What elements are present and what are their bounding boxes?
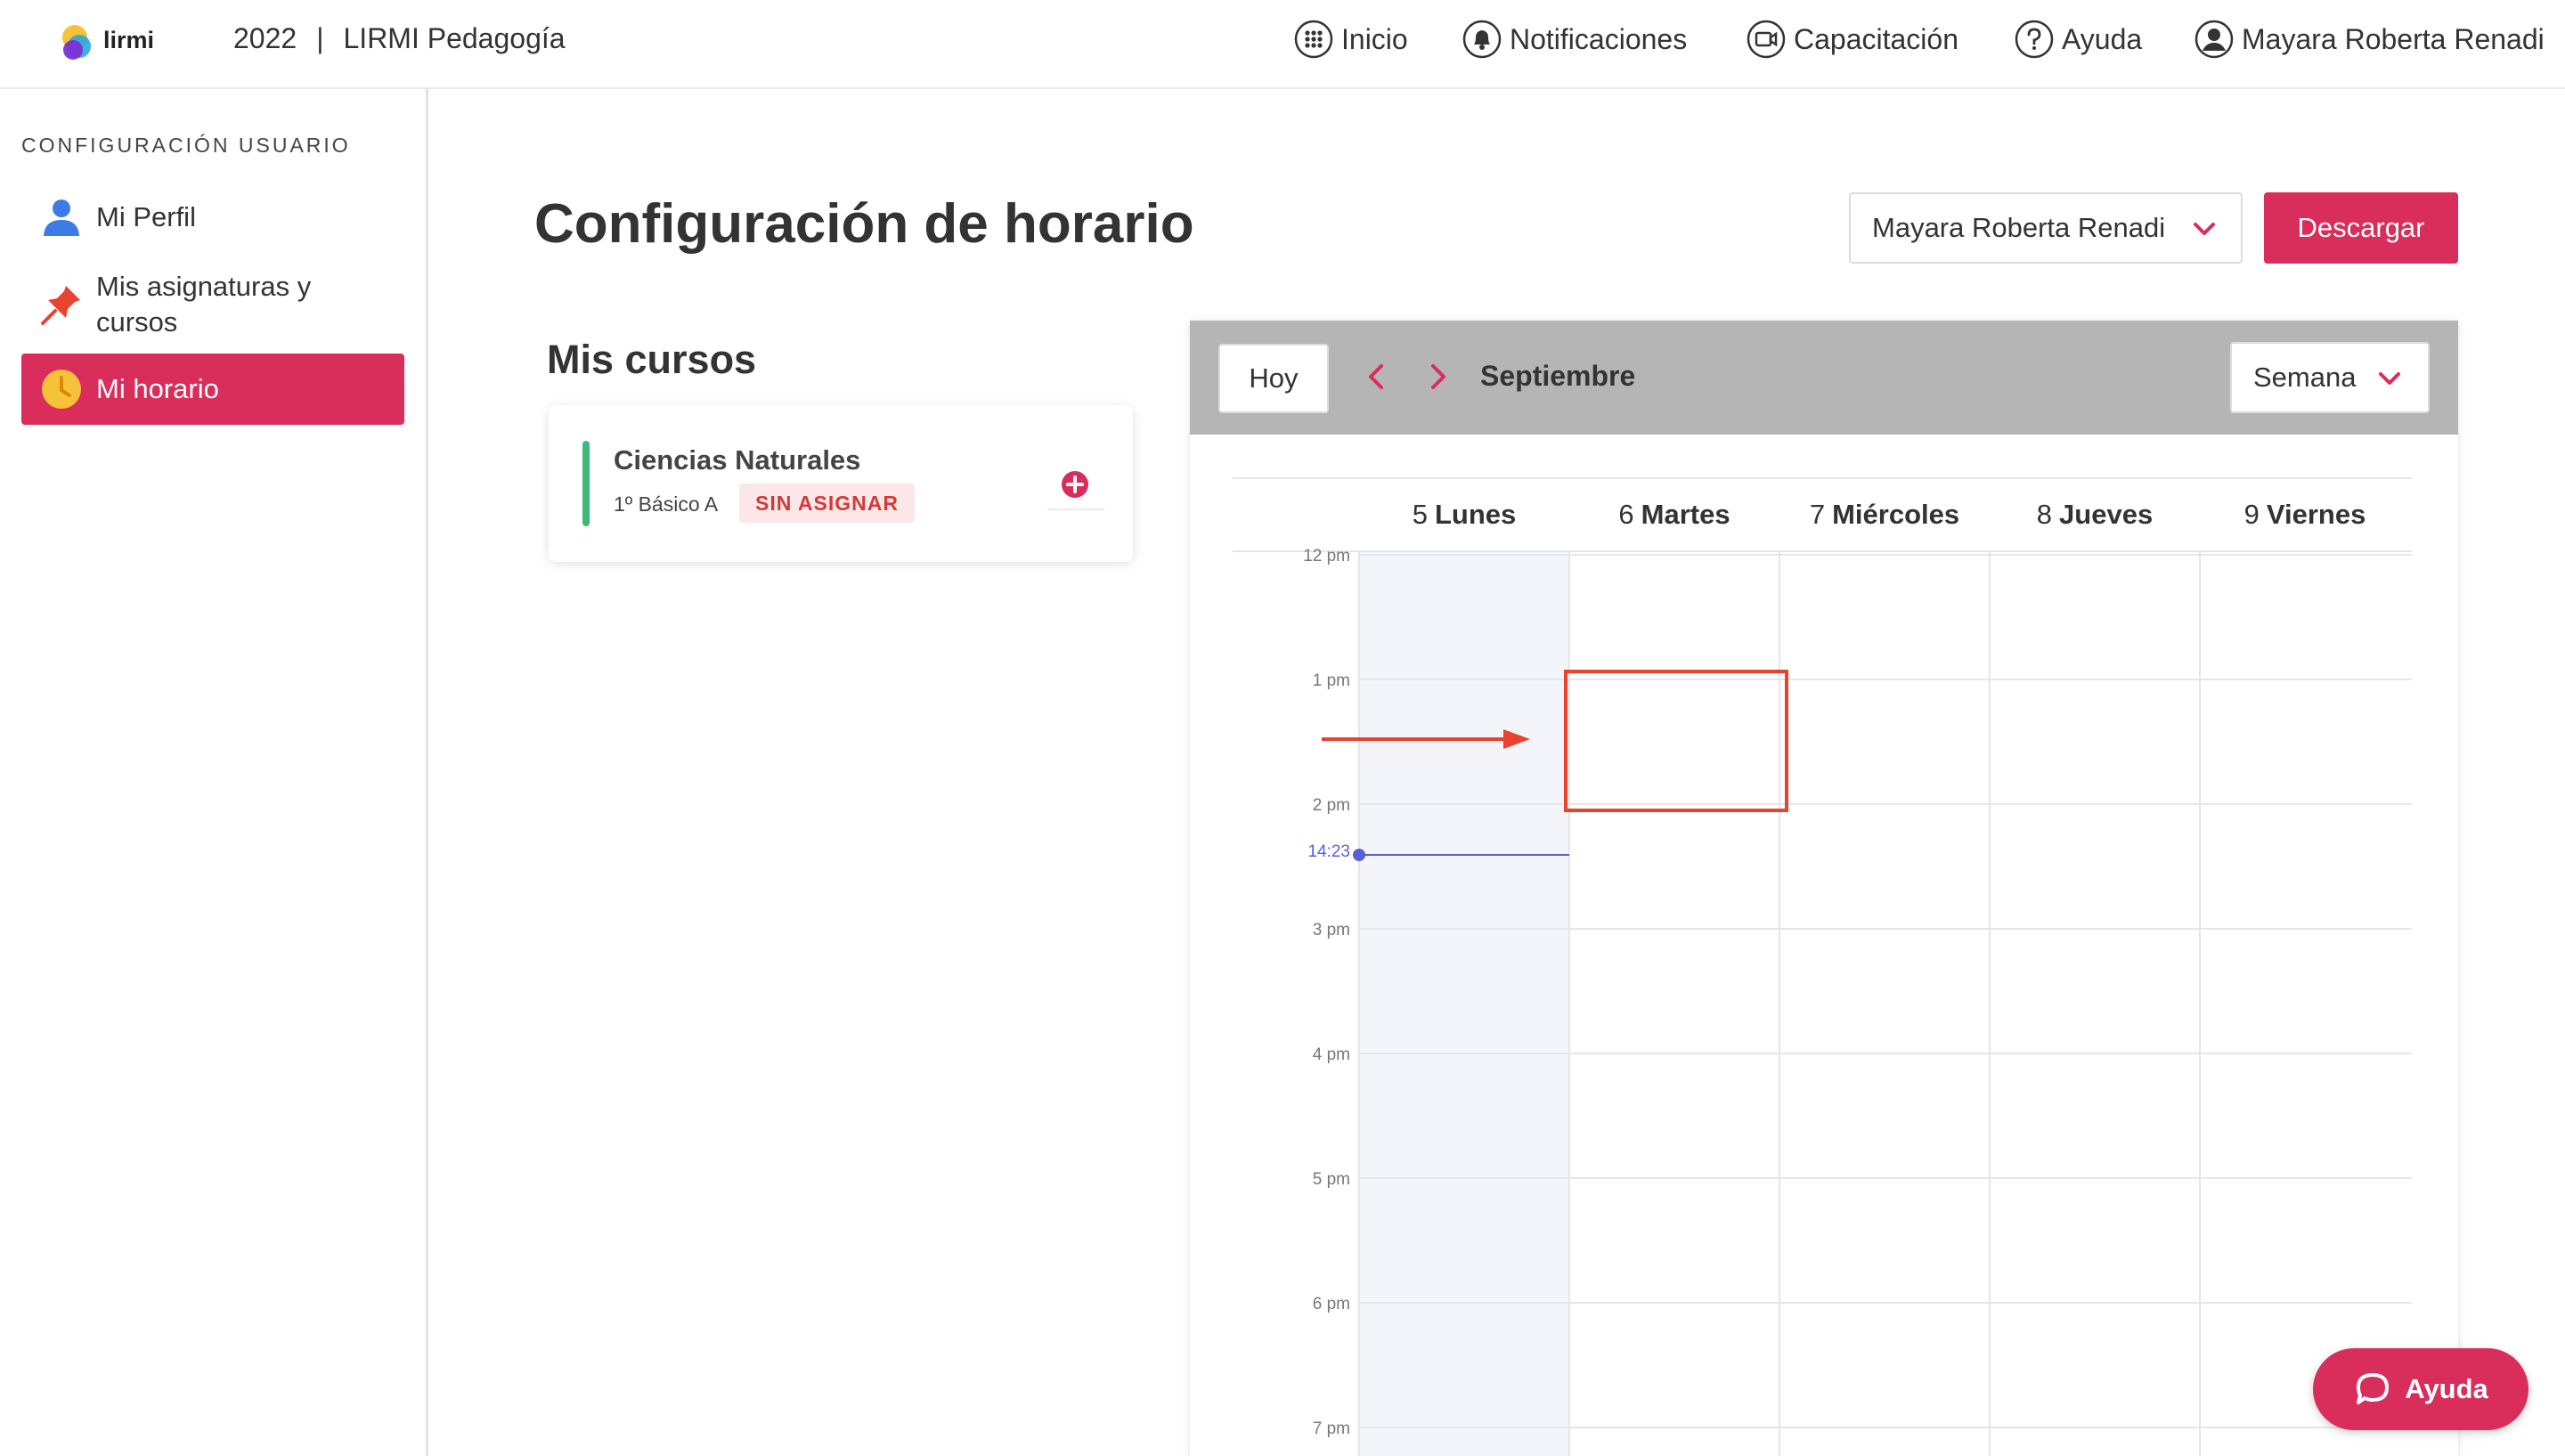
- annotation-highlight-box[interactable]: [1564, 670, 1788, 812]
- hour-line: [1359, 803, 2412, 805]
- calendar: Hoy Septiembre Semana 5 Lunes 6 Martes 7 Mi…: [1190, 321, 2458, 1456]
- sidebar-item-mis-asignaturas[interactable]: Mis asignaturas y cursos: [21, 267, 404, 342]
- chevron-right-icon[interactable]: [1423, 362, 1452, 392]
- day-column-divider: [2199, 552, 2201, 1456]
- help-chat-label: Ayuda: [2405, 1373, 2488, 1404]
- sidebar-item-label: Mi horario: [96, 373, 219, 404]
- user-select[interactable]: Mayara Roberta Renadi: [1849, 192, 2243, 264]
- chat-bubble-icon: [2357, 1373, 2390, 1404]
- day-header-lunes[interactable]: 5 Lunes: [1359, 499, 1569, 531]
- user-select-value: Mayara Roberta Renadi: [1872, 212, 2166, 243]
- hour-line: [1359, 1302, 2412, 1304]
- lirmi-logo[interactable]: lirmi: [55, 18, 162, 68]
- nav-capacitacion-label: Capacitación: [1794, 22, 1958, 55]
- annotation-arrow-icon: [1322, 729, 1530, 749]
- brand-title: 2022 | LIRMI Pedagogía: [233, 22, 566, 55]
- user-icon: [44, 199, 79, 236]
- sidebar-item-label: Mi Perfil: [96, 201, 196, 232]
- hour-label: 3 pm: [1312, 921, 1350, 939]
- current-time-line: [1359, 854, 1569, 856]
- day-header-martes[interactable]: 6 Martes: [1569, 499, 1779, 531]
- download-button[interactable]: Descargar: [2264, 192, 2458, 264]
- today-button[interactable]: Hoy: [1218, 344, 1329, 413]
- nav-notificaciones-label: Notificaciones: [1510, 22, 1688, 55]
- hour-line: [1359, 928, 2412, 930]
- course-name: Ciencias Naturales: [614, 444, 861, 476]
- bell-icon: [1462, 20, 1502, 59]
- sidebar-item-label: Mis asignaturas y cursos: [96, 271, 312, 338]
- clock-icon: [42, 370, 81, 409]
- chevron-left-icon[interactable]: [1363, 362, 1391, 392]
- hour-label: 4 pm: [1312, 1045, 1350, 1064]
- add-circle-icon[interactable]: [1058, 468, 1092, 501]
- hour-line: [1359, 1427, 2412, 1428]
- calendar-header-top-border: [1233, 477, 2412, 479]
- hour-line: [1359, 679, 2412, 680]
- brand-separator: |: [316, 22, 324, 54]
- hour-label: 1 pm: [1312, 671, 1350, 690]
- nav-inicio[interactable]: Inicio: [1293, 19, 1408, 60]
- chevron-down-icon: [2379, 372, 2400, 385]
- nav-inicio-label: Inicio: [1341, 22, 1408, 55]
- nav-ayuda-label: Ayuda: [2062, 22, 2143, 55]
- user-circle-icon: [2194, 20, 2234, 59]
- month-label: Septiembre: [1480, 360, 1636, 392]
- hour-line: [1359, 1053, 2412, 1054]
- view-select[interactable]: Semana: [2230, 342, 2430, 413]
- today-column[interactable]: [1359, 552, 1569, 1456]
- day-column-divider: [1989, 552, 1991, 1456]
- hour-label: 7 pm: [1312, 1419, 1350, 1438]
- top-bar: lirmi 2022 | LIRMI Pedagogía Inicio Notifi…: [0, 0, 2565, 89]
- course-color-bar: [582, 441, 590, 526]
- question-icon: [2015, 20, 2054, 59]
- nav-user-menu[interactable]: Mayara Roberta Renadi: [2194, 19, 2545, 60]
- sidebar-item-mi-horario[interactable]: Mi horario: [21, 354, 404, 425]
- nav-notificaciones[interactable]: Notificaciones: [1462, 19, 1687, 60]
- course-card[interactable]: Ciencias Naturales 1º Básico A SIN ASIGN…: [549, 405, 1133, 562]
- logo-text: lirmi: [103, 27, 154, 53]
- nav-user-label: Mayara Roberta Renadi: [2242, 22, 2545, 55]
- pin-icon: [41, 286, 80, 325]
- product-name: LIRMI Pedagogía: [343, 22, 566, 54]
- hour-label: 12 pm: [1303, 547, 1350, 565]
- nav-ayuda[interactable]: Ayuda: [2014, 19, 2142, 60]
- hour-label: 6 pm: [1312, 1295, 1350, 1314]
- calendar-toolbar: Hoy Septiembre Semana: [1190, 321, 2458, 435]
- course-grade: 1º Básico A: [614, 492, 719, 516]
- page-title: Configuración de horario: [534, 193, 1194, 255]
- hour-line: [1359, 554, 2412, 556]
- chevron-down-icon: [2194, 223, 2215, 235]
- sidebar-item-mi-perfil[interactable]: Mi Perfil: [21, 189, 404, 246]
- sidebar-heading: CONFIGURACIÓN USUARIO: [21, 134, 351, 157]
- nav-capacitacion[interactable]: Capacitación: [1746, 19, 1958, 60]
- day-header-jueves[interactable]: 8 Jueves: [1990, 499, 2200, 531]
- hour-label: 2 pm: [1312, 796, 1350, 815]
- day-header-miercoles[interactable]: 7 Miércoles: [1779, 499, 1990, 531]
- current-time-label: 14:23: [1307, 842, 1350, 861]
- hour-line: [1359, 1177, 2412, 1179]
- hour-label: 5 pm: [1312, 1170, 1350, 1189]
- courses-title: Mis cursos: [547, 337, 757, 382]
- day-column-divider: [1358, 552, 1360, 1456]
- help-chat-button[interactable]: Ayuda: [2313, 1348, 2528, 1430]
- view-select-value: Semana: [2253, 362, 2357, 393]
- school-year: 2022: [233, 22, 297, 54]
- video-icon: [1747, 20, 1786, 59]
- add-button-underline: [1047, 508, 1104, 510]
- grid-icon: [1294, 20, 1333, 59]
- status-badge: SIN ASIGNAR: [739, 484, 915, 523]
- day-header-viernes[interactable]: 9 Viernes: [2200, 499, 2410, 531]
